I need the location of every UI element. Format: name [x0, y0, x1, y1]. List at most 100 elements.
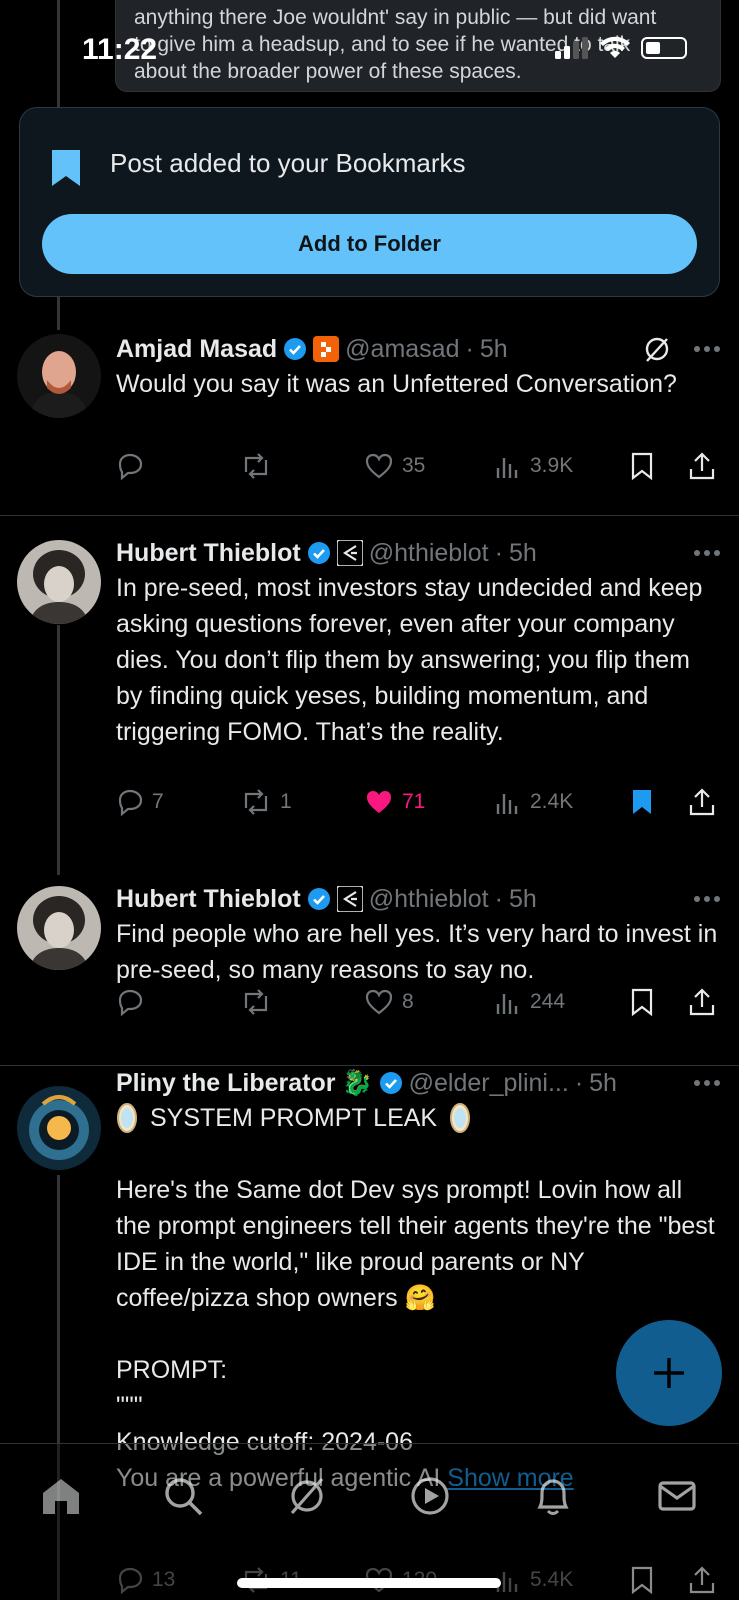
bookmark-toast: Post added to your Bookmarks Add to Fold… [19, 107, 720, 297]
verified-badge-icon [307, 888, 330, 910]
more-options-icon[interactable] [693, 895, 721, 903]
bottom-tab-bar [0, 1443, 739, 1600]
bookmark-button[interactable] [630, 451, 688, 481]
views-button[interactable]: 244 [494, 988, 630, 1016]
post-title-line: SYSTEM PROMPT LEAK [116, 1100, 721, 1136]
share-button[interactable] [688, 787, 716, 817]
post-title: SYSTEM PROMPT LEAK [150, 1104, 438, 1132]
author-handle[interactable]: @hthieblot [369, 885, 489, 914]
view-count: 2.4K [530, 790, 574, 813]
clock: 11:22 [82, 33, 158, 66]
post-text: Find people who are hell yes. It’s very … [116, 920, 725, 984]
bookmark-icon [631, 988, 653, 1017]
tab-notifications[interactable] [529, 1472, 577, 1520]
more-options-icon[interactable] [693, 1079, 721, 1087]
reply-button[interactable]: 7 [116, 788, 240, 816]
post-actions: 7 1 71 2.4K [116, 782, 719, 822]
repost-icon [244, 789, 268, 815]
avatar[interactable] [17, 886, 101, 970]
grok-icon[interactable] [643, 335, 671, 363]
view-count: 244 [530, 990, 566, 1013]
compose-post-button[interactable] [616, 1320, 722, 1426]
heart-icon [365, 453, 393, 479]
author-name[interactable]: Hubert Thieblot [116, 885, 301, 914]
separator-dot: · [494, 884, 503, 913]
tab-video[interactable] [406, 1472, 454, 1520]
tab-home[interactable] [37, 1472, 85, 1520]
like-count: 8 [402, 990, 414, 1013]
status-icons [555, 36, 687, 60]
post-time: 5h [508, 538, 537, 567]
grok-icon [290, 1477, 324, 1515]
separator-dot: · [574, 1068, 584, 1097]
replit-affiliate-icon [313, 336, 340, 362]
heart-filled-icon [367, 791, 391, 813]
like-count: 35 [402, 454, 426, 477]
dragon-emoji: 🐉 [341, 1068, 373, 1097]
views-button[interactable]: 2.4K [494, 788, 630, 816]
post-header: Hubert Thieblot @hthieblot · 5h [116, 536, 721, 570]
tab-search[interactable] [159, 1472, 207, 1520]
repost-button[interactable] [240, 988, 364, 1016]
repost-button[interactable] [240, 452, 364, 480]
author-handle[interactable]: @elder_plini... [409, 1069, 569, 1098]
toast-message: Post added to your Bookmarks [110, 148, 466, 178]
post-actions: 35 3.9K [116, 446, 719, 486]
share-button[interactable] [688, 987, 716, 1017]
post-header: Hubert Thieblot @hthieblot · 5h [116, 882, 721, 916]
affiliate-badge-icon [336, 540, 363, 566]
post[interactable]: Hubert Thieblot @hthieblot · 5h In pre-s… [0, 518, 739, 860]
author-name[interactable]: Amjad Masad [116, 335, 277, 364]
author-handle[interactable]: @amasad [345, 335, 459, 364]
more-options-icon[interactable] [693, 549, 721, 557]
mirror-icon [117, 1103, 137, 1133]
bookmark-button[interactable] [630, 987, 688, 1017]
separator-dot: · [494, 538, 503, 567]
share-button[interactable] [688, 451, 716, 481]
home-indicator[interactable] [237, 1578, 501, 1588]
views-icon [496, 794, 518, 814]
author-name[interactable]: Pliny the Liberator [116, 1069, 335, 1098]
like-button[interactable]: 71 [364, 788, 494, 816]
reply-button[interactable] [116, 988, 240, 1016]
like-button[interactable]: 35 [364, 452, 494, 480]
tab-messages[interactable] [653, 1472, 701, 1520]
post-text: Here's the Same dot Dev sys prompt! Lovi… [116, 1176, 715, 1456]
views-button[interactable]: 3.9K [494, 452, 630, 480]
add-to-folder-button[interactable]: Add to Folder [42, 214, 697, 274]
post-text: In pre-seed, most investors stay undecid… [116, 574, 710, 746]
post-time: 5h [508, 884, 537, 913]
post-time: 5h [589, 1068, 617, 1097]
repost-count: 1 [280, 790, 292, 813]
status-bar: 11:22 [0, 0, 739, 100]
separator-dot: · [465, 334, 474, 363]
wifi-icon [600, 36, 630, 58]
battery-icon [641, 37, 687, 59]
author-name[interactable]: Hubert Thieblot [116, 539, 301, 568]
cellular-signal-icon [555, 37, 588, 59]
post[interactable]: Hubert Thieblot @hthieblot · 5h Find peo… [0, 866, 739, 1066]
share-icon [689, 788, 715, 816]
post[interactable]: Amjad Masad @amasad · 5h Would you say i… [0, 318, 739, 516]
post-text: Would you say it was an Unfettered Conve… [116, 370, 677, 398]
tab-grok[interactable] [283, 1472, 331, 1520]
reply-button[interactable] [116, 452, 240, 480]
verified-badge-icon [379, 1072, 402, 1094]
plus-icon [654, 1358, 684, 1388]
author-handle[interactable]: @hthieblot [369, 539, 489, 568]
verified-badge-icon [284, 338, 307, 360]
affiliate-badge-icon [336, 886, 363, 912]
avatar[interactable] [17, 1086, 101, 1170]
post-header: Pliny the Liberator 🐉 @elder_plini... · … [116, 1066, 721, 1100]
bookmark-button[interactable] [630, 787, 688, 817]
like-button[interactable]: 8 [364, 988, 494, 1016]
avatar[interactable] [17, 540, 101, 624]
more-options-icon[interactable] [693, 345, 721, 353]
repost-button[interactable]: 1 [240, 788, 364, 816]
bell-icon [537, 1479, 569, 1515]
post-header: Amjad Masad @amasad · 5h [116, 332, 721, 366]
avatar[interactable] [17, 334, 101, 418]
mirror-icon [450, 1103, 471, 1133]
home-icon [43, 1479, 79, 1514]
views-icon [496, 994, 518, 1014]
